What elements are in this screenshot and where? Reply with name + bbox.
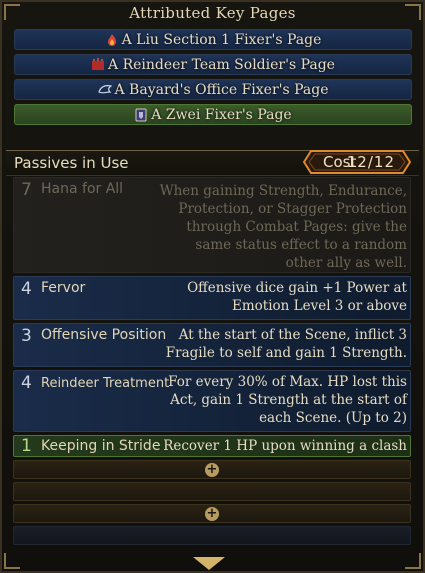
cost-value: 12/12 — [346, 153, 395, 171]
passives-header: Passives in Use Cost 12/12 — [6, 150, 419, 176]
passive-cost: 4 — [21, 373, 32, 393]
empty-passive-slot[interactable] — [13, 482, 411, 501]
passive-cost: 3 — [21, 326, 32, 346]
cost-indicator: Cost 12/12 — [303, 150, 411, 174]
passives-in-use-title: Passives in Use — [14, 154, 129, 172]
frame-corner — [405, 553, 421, 569]
passive-description: When gaining Strength, Endurance, Protec… — [159, 183, 407, 271]
passive-name: Reindeer Treatment — [41, 376, 170, 391]
passive-reindeer-treatment[interactable]: 4 Reindeer Treatment For every 30% of Ma… — [13, 370, 411, 432]
passive-cost: 7 — [21, 180, 32, 200]
passive-description: Offensive dice gain +1 Power at Emotion … — [187, 280, 407, 314]
key-page-label: A Liu Section 1 Fixer's Page — [121, 31, 322, 48]
empty-passive-slot — [13, 526, 411, 545]
flame-emblem-icon — [107, 33, 116, 46]
passive-hana-for-all[interactable]: 7 Hana for All When gaining Strength, En… — [13, 177, 411, 273]
empty-passive-slot[interactable]: + — [13, 504, 411, 523]
key-page-liu-section-1[interactable]: A Liu Section 1 Fixer's Page — [14, 29, 412, 50]
key-page-zwei-fixer[interactable]: A Zwei Fixer's Page — [14, 104, 412, 125]
passive-cost: 1 — [21, 436, 32, 456]
passive-keeping-in-stride[interactable]: 1 Keeping in Stride Recover 1 HP upon wi… — [13, 435, 411, 457]
antler-emblem-icon — [92, 57, 105, 70]
scroll-down-arrow-icon[interactable] — [193, 557, 225, 570]
passive-list: 7 Hana for All When gaining Strength, En… — [13, 177, 411, 548]
key-page-label: A Zwei Fixer's Page — [151, 106, 292, 123]
passive-cost: 4 — [21, 279, 32, 299]
add-passive-icon[interactable]: + — [205, 506, 219, 521]
key-page-list: A Liu Section 1 Fixer's Page A Reindeer … — [14, 29, 412, 129]
passive-description: For every 30% of Max. HP lost this Act, … — [168, 374, 407, 426]
key-page-reindeer-team[interactable]: A Reindeer Team Soldier's Page — [14, 54, 412, 75]
key-page-label: A Reindeer Team Soldier's Page — [108, 56, 335, 73]
add-passive-icon[interactable]: + — [205, 462, 219, 477]
passive-name: Fervor — [41, 280, 86, 296]
passive-offensive-position[interactable]: 3 Offensive Position At the start of the… — [13, 323, 411, 367]
shield-emblem-icon — [135, 108, 147, 121]
passive-name: Keeping in Stride — [41, 438, 161, 454]
key-page-label: A Bayard's Office Fixer's Page — [114, 81, 329, 98]
attributed-key-pages-title: Attributed Key Pages — [129, 4, 296, 22]
passive-name: Offensive Position — [41, 327, 167, 343]
key-page-bayards-office[interactable]: A Bayard's Office Fixer's Page — [14, 79, 412, 100]
passive-fervor[interactable]: 4 Fervor Offensive dice gain +1 Power at… — [13, 276, 411, 320]
empty-passive-slot[interactable]: + — [13, 460, 411, 479]
frame-corner — [4, 553, 20, 569]
passive-name: Hana for All — [41, 181, 124, 197]
wing-emblem-icon — [97, 84, 112, 93]
passive-description: At the start of the Scene, inflict 3 Fra… — [165, 327, 407, 361]
passive-description: Recover 1 HP upon winning a clash — [163, 438, 407, 454]
